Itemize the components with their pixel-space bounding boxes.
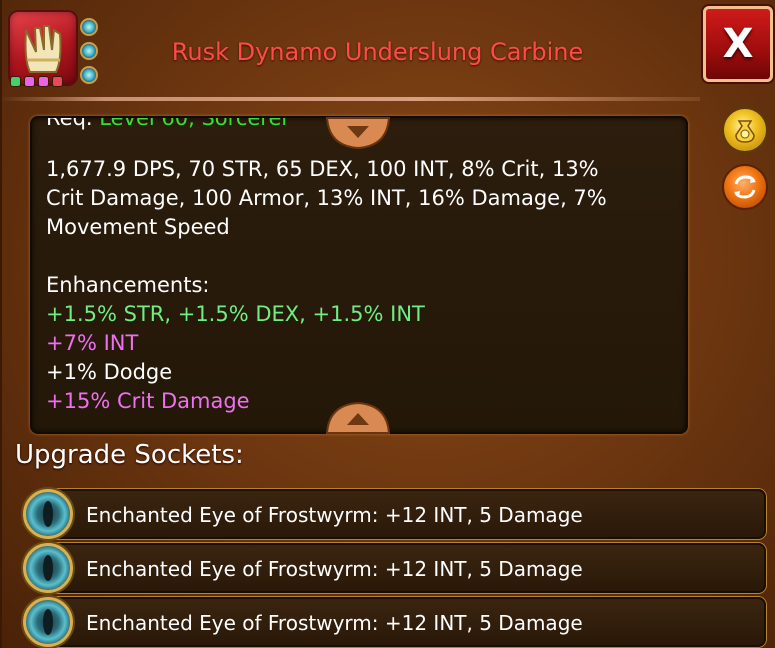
stat-line: 1,677.9 DPS, 70 STR, 65 DEX, 100 INT, 8%…: [46, 157, 599, 181]
req-level: Level 60,: [99, 116, 195, 130]
gold-bag-button[interactable]: [722, 107, 768, 153]
socket-dot: [52, 76, 63, 87]
eye-gem-icon: [23, 489, 73, 539]
socket-row[interactable]: Enchanted Eye of Frostwyrm: +12 INT, 5 D…: [46, 543, 766, 593]
stat-line: Movement Speed: [46, 215, 230, 239]
divider: [0, 97, 700, 101]
requirement-line: Req. Level 60, Sorcerer: [46, 116, 291, 130]
enhancement-line: +7% INT: [46, 331, 139, 355]
eye-gem-icon: [23, 597, 73, 647]
socket-dots: [10, 76, 63, 88]
swap-button[interactable]: [722, 164, 768, 210]
gold-bag-icon: [735, 120, 755, 143]
socket-row[interactable]: Enchanted Eye of Frostwyrm: +12 INT, 5 D…: [46, 597, 766, 647]
socket-dot: [38, 76, 49, 87]
enhancement-line: +1% Dodge: [46, 360, 173, 384]
socket-label: Enchanted Eye of Frostwyrm: +12 INT, 5 D…: [86, 557, 583, 581]
gauntlet-icon: [24, 25, 62, 73]
stats-panel[interactable]: Req. Level 60, Sorcerer 1,677.9 DPS, 70 …: [30, 116, 688, 434]
socket-dot: [10, 76, 21, 87]
sockets-title: Upgrade Sockets:: [15, 440, 244, 470]
close-icon: X: [722, 21, 754, 67]
swap-arrows-icon: [734, 175, 756, 199]
socket-label: Enchanted Eye of Frostwyrm: +12 INT, 5 D…: [86, 611, 583, 635]
scroll-up-button[interactable]: [325, 116, 391, 150]
scroll-down-button[interactable]: [325, 401, 391, 435]
eye-gem-icon: [23, 543, 73, 593]
item-title: Rusk Dynamo Underslung Carbine: [171, 38, 584, 66]
req-prefix: Req.: [46, 116, 93, 130]
enhancement-line: +1.5% STR, +1.5% DEX, +1.5% INT: [46, 302, 425, 326]
socket-dot: [24, 76, 35, 87]
stats-text: 1,677.9 DPS, 70 STR, 65 DEX, 100 INT, 8%…: [46, 155, 676, 416]
socket-row[interactable]: Enchanted Eye of Frostwyrm: +12 INT, 5 D…: [46, 489, 766, 539]
enhancements-header: Enhancements:: [46, 273, 210, 297]
item-icon: [10, 12, 98, 84]
req-class: Sorcerer: [201, 116, 291, 130]
close-button[interactable]: X: [703, 6, 773, 82]
socket-label: Enchanted Eye of Frostwyrm: +12 INT, 5 D…: [86, 503, 583, 527]
stat-line: Crit Damage, 100 Armor, 13% INT, 16% Dam…: [46, 186, 607, 210]
rune-icon: [80, 66, 98, 84]
rune-icon: [80, 18, 98, 36]
